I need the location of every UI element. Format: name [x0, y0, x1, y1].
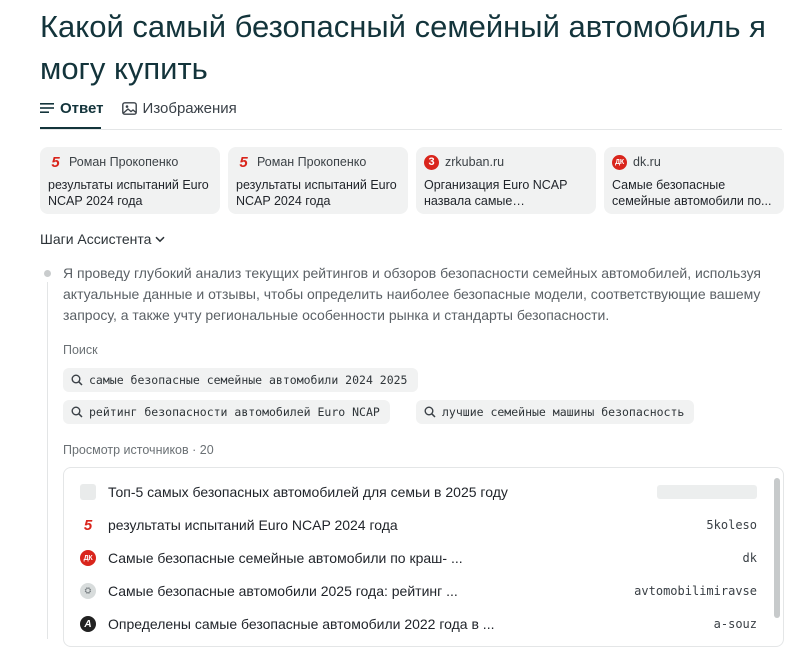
source-cards: 5 Роман Прокопенко результаты испытаний …: [40, 147, 784, 214]
zrkuban-favicon-icon: 3: [424, 154, 439, 170]
search-query-chip[interactable]: лучшие семейные машины безопасность: [416, 400, 695, 424]
source-list-item[interactable]: 5 результаты испытаний Euro NCAP 2024 го…: [80, 513, 757, 537]
page-title: Какой самый безопасный семейный автомоби…: [40, 9, 766, 86]
source-card[interactable]: 5 Роман Прокопенко результаты испытаний …: [40, 147, 220, 214]
assistant-step-text: Я проведу глубокий анализ текущих рейтин…: [63, 265, 762, 323]
channel-5-favicon-icon: 5: [239, 153, 248, 171]
source-title: Самые безопасные автомобили 2025 года: р…: [108, 583, 458, 599]
source-card-text: Самые безопасные семейные автомобили по.…: [612, 178, 772, 208]
sources-list[interactable]: Топ-5 самых безопасных автомобилей для с…: [63, 467, 784, 647]
source-title: Самые безопасные семейные автомобили по …: [108, 550, 463, 566]
dk-favicon-icon: ДК: [80, 550, 96, 566]
search-query-text: самые безопасные семейные автомобили 202…: [89, 373, 408, 387]
a-souz-favicon-icon: A: [80, 616, 96, 632]
source-card[interactable]: 3 zrkuban.ru Организация Euro NCAP назва…: [416, 147, 596, 214]
answer-lines-icon: [40, 103, 54, 113]
tab-images[interactable]: Изображения: [121, 96, 237, 120]
source-card[interactable]: ДК dk.ru Самые безопасные семейные автом…: [604, 147, 784, 214]
timeline-dot: [44, 270, 51, 277]
source-card-source: Роман Прокопенко: [69, 155, 179, 169]
search-icon: [71, 406, 83, 418]
source-list-item[interactable]: ДК Самые безопасные семейные автомобили …: [80, 546, 757, 570]
dk-favicon-icon: ДК: [612, 154, 627, 170]
source-list-item[interactable]: ⛭ Самые безопасные автомобили 2025 года:…: [80, 579, 757, 603]
tab-answer-label: Ответ: [60, 99, 104, 117]
source-card-text: Организация Euro NCAP назвала самые безо…: [424, 178, 568, 208]
chevron-down-icon: [155, 236, 165, 242]
source-title: Топ-5 самых безопасных автомобилей для с…: [108, 484, 508, 500]
source-card-source: Роман Прокопенко: [257, 155, 367, 169]
tab-images-label: Изображения: [142, 99, 237, 117]
source-domain: avtomobilimiravse: [634, 584, 757, 598]
sources-section-label: Просмотр источников · 20: [63, 443, 214, 457]
source-card-source: zrkuban.ru: [445, 155, 505, 169]
source-card-text: результаты испытаний Euro NCAP 2024 года: [236, 178, 397, 208]
search-query-chip[interactable]: самые безопасные семейные автомобили 202…: [63, 368, 418, 392]
channel-5-favicon-icon: 5: [83, 516, 93, 534]
source-card[interactable]: 5 Роман Прокопенко результаты испытаний …: [228, 147, 408, 214]
search-query-text: рейтинг безопасности автомобилей Euro NC…: [89, 405, 380, 419]
source-card-source: dk.ru: [633, 155, 661, 169]
source-domain: 5koleso: [706, 518, 757, 532]
blurred-favicon-icon: [80, 484, 96, 500]
tab-answer[interactable]: Ответ: [40, 96, 104, 120]
source-card-text: результаты испытаний Euro NCAP 2024 года: [48, 178, 209, 208]
source-list-item[interactable]: Топ-5 самых безопасных автомобилей для с…: [80, 480, 757, 504]
source-domain: a-souz: [713, 617, 757, 631]
search-icon: [424, 406, 436, 418]
timeline-line: [47, 282, 48, 639]
tab-divider: [40, 129, 782, 130]
source-domain: dk: [742, 551, 757, 565]
assistant-steps-label: Шаги Ассистента: [40, 231, 152, 247]
channel-5-favicon-icon: 5: [51, 153, 60, 171]
source-title: результаты испытаний Euro NCAP 2024 года: [108, 517, 398, 533]
image-icon: [121, 101, 137, 115]
source-title: Определены самые безопасные автомобили 2…: [108, 616, 495, 632]
source-list-item[interactable]: A Определены самые безопасные автомобили…: [80, 612, 757, 636]
blurred-domain: [657, 485, 757, 499]
avtomobilimiravse-favicon-icon: ⛭: [80, 583, 96, 599]
search-query-chip[interactable]: рейтинг безопасности автомобилей Euro NC…: [63, 400, 390, 424]
search-section-label: Поиск: [63, 343, 98, 357]
search-icon: [71, 374, 83, 386]
tab-bar: Ответ Изображения: [40, 96, 237, 130]
search-query-text: лучшие семейные машины безопасность: [442, 405, 685, 419]
sources-scrollbar[interactable]: [774, 478, 780, 618]
assistant-steps-toggle[interactable]: Шаги Ассистента: [40, 231, 165, 247]
